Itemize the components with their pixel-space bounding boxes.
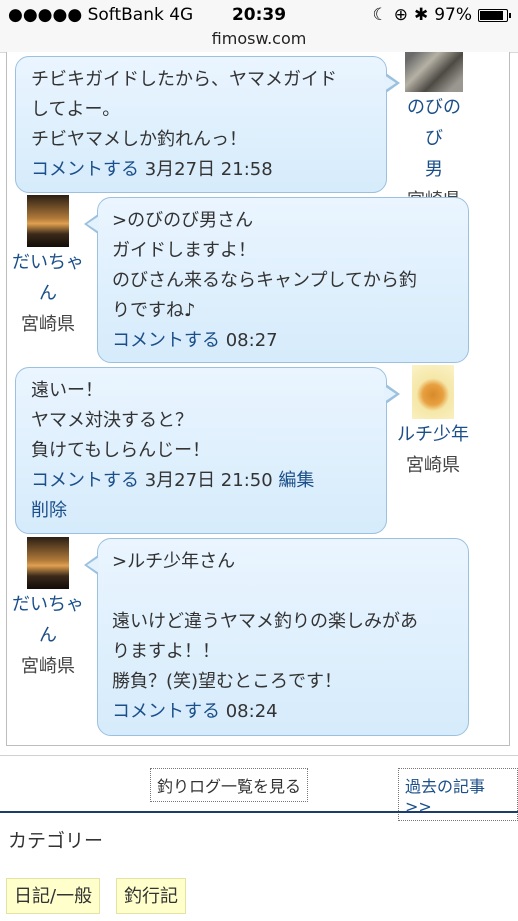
comment-date: 3月27日 21:50 xyxy=(144,470,273,491)
comment-text-line: りますよ！！ xyxy=(112,641,220,662)
author-prefecture: 宮崎県 xyxy=(21,656,75,677)
comments-section: チビキガイドしたから、ヤマメガイド してよー。 チビヤマメしか釣れんっ！ コメン… xyxy=(6,52,510,746)
comment-text-line: >のびのび男さん xyxy=(112,210,254,231)
comment-author: のびのび男 宮崎県 xyxy=(399,52,469,216)
rotation-lock-icon: ⊕ xyxy=(393,5,408,25)
moon-icon: ☾ xyxy=(372,5,388,25)
comment-text-line: チビヤマメしか釣れんっ！ xyxy=(31,129,247,150)
comment-text-line: りですね♪ xyxy=(112,300,196,321)
comment-bubble: >のびのび男さん ガイドしますよ！ のびさん来るならキャンプしてから釣 りですね… xyxy=(84,197,469,363)
comment-text-line: ヤマメ対決すると？ xyxy=(31,410,193,431)
battery-percent: 97% xyxy=(434,5,472,25)
comment-text-line: 遠いけど違うヤマメ釣りの楽しみがあ xyxy=(112,611,418,632)
comment-reply-link[interactable]: コメントする xyxy=(31,470,139,491)
comment-author: ルチ少年 宮崎県 xyxy=(393,365,473,481)
category-tag-fishing-trip[interactable]: 釣行記 xyxy=(116,878,186,914)
comment-text-line xyxy=(112,577,454,607)
comment-meta: 削除 xyxy=(31,496,372,526)
delete-link[interactable]: 削除 xyxy=(31,500,67,521)
comment-text-line: 遠いー！ xyxy=(31,380,103,401)
comment-date: 08:27 xyxy=(225,330,278,351)
comment-text-line: チビキガイドしたから、ヤマメガイド xyxy=(31,69,337,90)
status-icons: ☾ ⊕ ✱ 97% xyxy=(372,5,511,25)
comment-reply-link[interactable]: コメントする xyxy=(112,330,220,351)
status-bar: ●●●●● SoftBank 4G 20:39 ☾ ⊕ ✱ 97% xyxy=(0,0,518,30)
battery-icon xyxy=(478,8,511,22)
comment-text-line: 勝負？(笑)望むところです！ xyxy=(112,671,343,692)
fish-photo-avatar[interactable] xyxy=(405,52,463,92)
bubble-tail xyxy=(84,555,99,575)
author-prefecture: 宮崎県 xyxy=(21,314,75,335)
comment-text-line: 負けてもしらんじー！ xyxy=(31,440,211,461)
author-name[interactable]: だいちゃん xyxy=(11,589,85,651)
address-bar[interactable]: fimosw.com xyxy=(0,28,518,53)
author-name[interactable]: ルチ少年 xyxy=(393,419,473,450)
comment-bubble: チビキガイドしたから、ヤマメガイド してよー。 チビヤマメしか釣れんっ！ コメン… xyxy=(15,56,400,193)
category-tag-diary[interactable]: 日記/一般 xyxy=(6,878,101,914)
category-title: カテゴリー xyxy=(8,830,104,852)
comment-text-line: してよー。 xyxy=(31,99,121,120)
comment-meta: コメントする 08:24 xyxy=(112,697,454,727)
comment-meta: コメントする 3月27日 21:50 編集 xyxy=(31,466,372,496)
comment-reply-link[interactable]: コメントする xyxy=(112,701,220,722)
comment-author: だいちゃん 宮崎県 xyxy=(11,537,85,682)
comment-text-line: ガイドしますよ！ xyxy=(112,240,256,261)
section-divider xyxy=(0,811,518,813)
section-divider xyxy=(0,755,518,756)
bluetooth-icon: ✱ xyxy=(413,5,429,25)
bubble-tail xyxy=(384,73,400,93)
past-articles-link[interactable]: 過去の記事 >> xyxy=(398,768,518,821)
bubble-tail xyxy=(84,214,99,234)
comment-bubble: 遠いー！ ヤマメ対決すると？ 負けてもしらんじー！ コメントする 3月27日 2… xyxy=(15,367,400,534)
log-list-link[interactable]: 釣りログ一覧を見る xyxy=(150,768,309,802)
sunset-photo-avatar[interactable] xyxy=(27,537,69,589)
comment-text-line: のびさん来るならキャンプしてから釣 xyxy=(112,270,417,291)
sunset-photo-avatar[interactable] xyxy=(27,195,69,247)
puppy-avatar[interactable] xyxy=(412,365,454,419)
author-name[interactable]: のびのび男 xyxy=(399,92,469,185)
comment-date: 3月27日 21:58 xyxy=(144,159,273,180)
comment-meta: コメントする 08:27 xyxy=(112,326,454,356)
comment-meta: コメントする 3月27日 21:58 xyxy=(31,155,372,185)
author-prefecture: 宮崎県 xyxy=(406,455,460,476)
edit-link[interactable]: 編集 xyxy=(278,470,314,491)
comment-reply-link[interactable]: コメントする xyxy=(31,159,139,180)
comment-text-line: >ルチ少年さん xyxy=(112,551,236,572)
comment-date: 08:24 xyxy=(225,701,278,722)
comment-bubble: >ルチ少年さん 遠いけど違うヤマメ釣りの楽しみがあ りますよ！！ 勝負？(笑)望… xyxy=(84,538,469,736)
author-name[interactable]: だいちゃん xyxy=(11,247,85,309)
comment-author: だいちゃん 宮崎県 xyxy=(11,195,85,340)
